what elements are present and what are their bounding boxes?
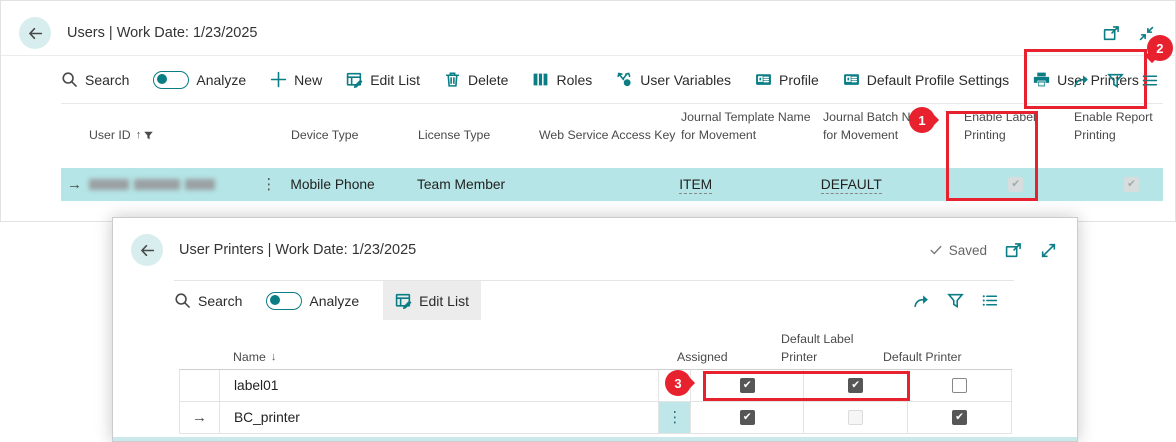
share-icon[interactable] (913, 292, 930, 309)
default-profile-settings-button[interactable]: Default Profile Settings (843, 56, 1009, 103)
back-button[interactable] (131, 234, 163, 266)
trash-icon (444, 71, 461, 88)
share-icon[interactable] (1073, 72, 1090, 89)
filter-icon[interactable] (1107, 72, 1124, 89)
saved-status: Saved (929, 243, 987, 258)
annotation-badge-3: 3 (665, 370, 691, 396)
user-printers-window: User Printers | Work Date: 1/23/2025 Sav… (112, 217, 1078, 442)
search-icon (61, 71, 78, 88)
new-button[interactable]: New (270, 56, 322, 103)
user-row-selected[interactable]: → ⋮ Mobile Phone Team Member ITEM DEFAUL… (61, 168, 1163, 201)
annotation-badge-1: 1 (909, 107, 935, 133)
delete-button[interactable]: Delete (444, 56, 508, 103)
default-printer-checkbox[interactable] (952, 410, 967, 425)
list-menu-icon[interactable] (981, 292, 998, 309)
column-user-id[interactable]: User ID ↑ (89, 127, 291, 145)
columns-icon (532, 71, 549, 88)
edit-list-icon (395, 292, 412, 309)
page-title: User Printers | Work Date: 1/23/2025 (179, 242, 416, 258)
profile-button[interactable]: Profile (755, 56, 819, 103)
column-web-service-access-key[interactable]: Web Service Access Key (539, 127, 681, 145)
default-printer-checkbox[interactable] (952, 378, 967, 393)
toggle-switch[interactable] (153, 71, 189, 89)
edit-list-button[interactable]: Edit List (383, 281, 481, 320)
list-menu-icon[interactable] (1141, 72, 1158, 89)
column-filter-icon (143, 130, 154, 141)
annotation-badge-2: 2 (1147, 35, 1173, 61)
row-pointer-icon: → (192, 409, 207, 426)
cell-journal-batch: DEFAULT (821, 177, 944, 192)
window-bottom-edge (113, 437, 1077, 441)
default-label-printer-checkbox[interactable] (848, 378, 863, 393)
column-enable-report-printing[interactable]: Enable Report Printing (1056, 109, 1166, 145)
user-id-redacted (89, 179, 215, 190)
row-pointer-icon: → (67, 176, 82, 193)
row-more-icon[interactable]: ⋮ (261, 177, 276, 192)
row-selector[interactable]: → (180, 402, 220, 434)
analyze-toggle[interactable]: Analyze (266, 281, 359, 320)
user-variables-button[interactable]: User Variables (616, 56, 731, 103)
users-table-header: User ID ↑ Device Type License Type Web S… (61, 109, 1166, 152)
roles-button[interactable]: Roles (532, 56, 592, 103)
column-license-type[interactable]: License Type (418, 127, 539, 145)
users-titlebar: Users | Work Date: 1/23/2025 (1, 1, 1175, 53)
edit-list-icon (346, 71, 363, 88)
page-title: Users | Work Date: 1/23/2025 (67, 25, 257, 41)
search-button[interactable]: Search (61, 56, 129, 103)
assigned-checkbox[interactable] (740, 378, 755, 393)
open-in-window-icon[interactable] (1103, 25, 1120, 42)
column-default-printer[interactable]: Default Printer (876, 349, 980, 367)
column-assigned[interactable]: Assigned (659, 349, 772, 367)
search-button[interactable]: Search (174, 281, 242, 320)
back-arrow-icon (27, 25, 44, 42)
row-selector[interactable] (180, 370, 220, 402)
printers-table: label01 → BC_printer ⋮ (179, 369, 1012, 434)
cell-name[interactable]: BC_printer (220, 402, 659, 434)
printers-titlebar: User Printers | Work Date: 1/23/2025 Sav… (113, 218, 1077, 270)
toggle-switch[interactable] (266, 292, 302, 310)
assigned-checkbox[interactable] (740, 410, 755, 425)
profile-card-icon (755, 71, 772, 88)
printers-toolbar-icons (913, 280, 998, 320)
users-toolbar-icons (1073, 56, 1158, 104)
column-device-type[interactable]: Device Type (291, 127, 418, 145)
printers-table-header: Name ↓ Assigned Default Label Printer De… (179, 331, 980, 374)
users-window: Users | Work Date: 1/23/2025 Search Anal… (0, 0, 1176, 222)
column-enable-label-printing[interactable]: Enable Label Printing (946, 109, 1038, 145)
default-label-printer-checkbox[interactable] (848, 410, 863, 425)
plus-icon (270, 71, 287, 88)
column-default-label-printer[interactable]: Default Label Printer (772, 331, 876, 367)
row-more-cell[interactable]: ⋮ (659, 402, 691, 434)
column-journal-template[interactable]: Journal Template Name for Movement (681, 109, 823, 145)
back-arrow-icon (139, 242, 156, 259)
variables-icon (616, 71, 633, 88)
printers-toolbar: Search Analyze Edit List (174, 280, 1014, 320)
printer-row-label01[interactable]: label01 (180, 370, 1012, 402)
printer-row-bc-printer[interactable]: → BC_printer ⋮ (180, 402, 1012, 434)
sort-desc-icon: ↓ (271, 350, 277, 366)
expand-icon[interactable] (1040, 242, 1057, 259)
row-more-icon: ⋮ (667, 410, 682, 425)
column-name[interactable]: Name ↓ (179, 349, 659, 367)
cell-journal-template: ITEM (679, 177, 821, 192)
cell-device-type[interactable]: Mobile Phone (290, 177, 417, 192)
users-toolbar: Search Analyze New Edit List Delete Role… (61, 56, 1163, 104)
open-in-window-icon[interactable] (1005, 242, 1022, 259)
check-icon (929, 243, 943, 257)
enable-report-printing-checkbox (1124, 177, 1139, 192)
sort-asc-icon: ↑ (136, 128, 142, 144)
profile-card-icon (843, 71, 860, 88)
analyze-toggle[interactable]: Analyze (153, 56, 246, 103)
filter-icon[interactable] (947, 292, 964, 309)
enable-label-printing-checkbox (1008, 177, 1023, 192)
cell-license-type[interactable]: Team Member (417, 177, 538, 192)
search-icon (174, 292, 191, 309)
edit-list-button[interactable]: Edit List (346, 56, 420, 103)
back-button[interactable] (19, 17, 51, 49)
cell-name[interactable]: label01 (220, 370, 659, 402)
